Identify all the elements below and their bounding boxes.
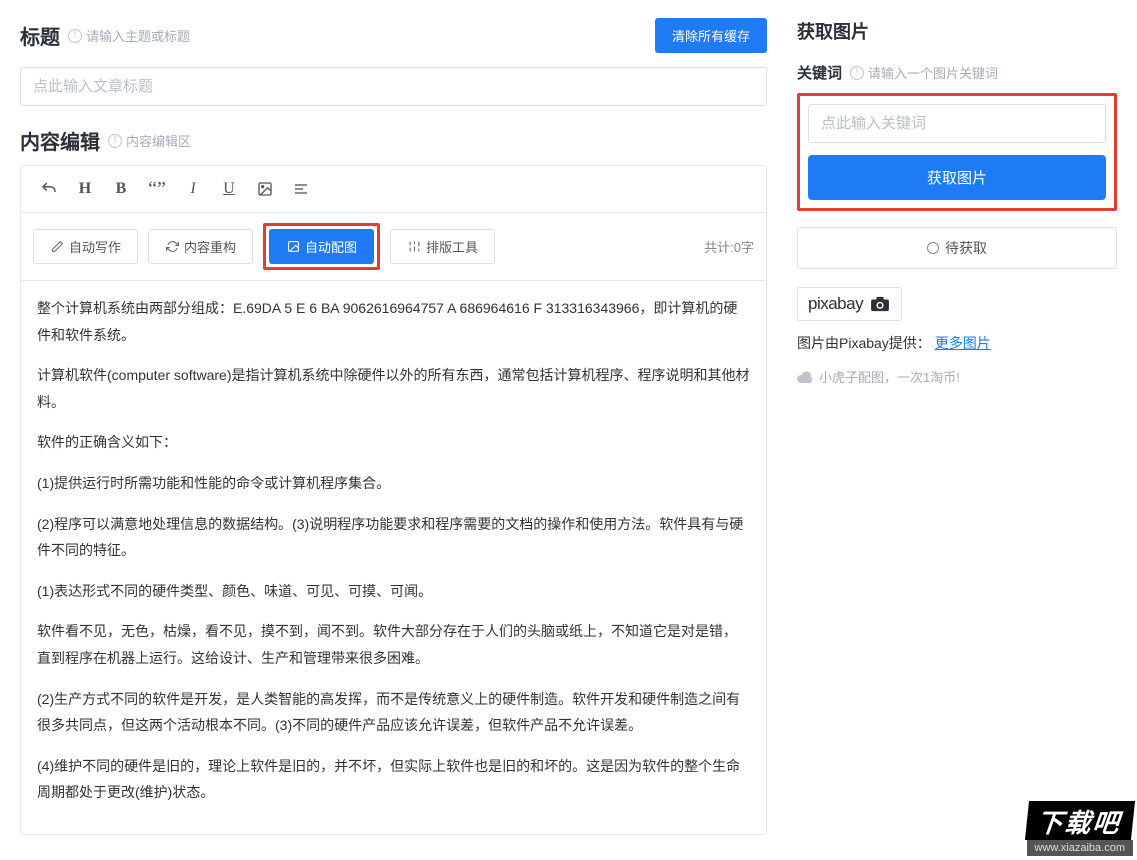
footer-note-text: 小虎子配图，一次1淘币! (819, 367, 960, 386)
paragraph: 软件看不见，无色，枯燥，看不见，摸不到，闻不到。软件大部分存在于人们的头脑或纸上… (37, 618, 750, 671)
paragraph: (1)提供运行时所需功能和性能的命令或计算机程序集合。 (37, 470, 750, 497)
auto-image-button[interactable]: 自动配图 (269, 229, 374, 264)
info-icon: ! (68, 29, 82, 43)
undo-icon[interactable] (33, 174, 65, 204)
clear-cache-label: 清除所有缓存 (672, 26, 750, 45)
fetch-image-title: 获取图片 (797, 18, 1117, 44)
pending-label: 待获取 (945, 238, 987, 258)
refresh-icon (165, 240, 179, 254)
watermark-url: www.xiazaiba.com (1027, 840, 1133, 856)
watermark-text: 下载吧 (1024, 801, 1135, 840)
highlight-auto-image: 自动配图 (263, 223, 380, 270)
title-hint: ! 请输入主题或标题 (68, 26, 190, 45)
attribution-prefix: 图片由Pixabay提供： (797, 335, 931, 351)
paragraph: (2)生产方式不同的软件是开发，是人类智能的高发挥，而不是传统意义上的硬件制造。… (37, 686, 750, 739)
camera-icon (869, 296, 891, 312)
paragraph: (4)维护不同的硬件是旧的，理论上软件是旧的，并不坏，但实际上软件也是旧的和坏的… (37, 753, 750, 806)
title-hint-text: 请输入主题或标题 (86, 26, 190, 45)
paragraph: 整个计算机系统由两部分组成：E.69DA 5 E 6 BA 9062616964… (37, 295, 750, 348)
pixabay-badge: pixabay (797, 287, 902, 321)
quote-icon[interactable]: “” (141, 174, 173, 204)
keyword-input[interactable] (808, 104, 1106, 143)
info-icon: ! (850, 66, 864, 80)
paragraph: 软件的正确含义如下： (37, 429, 750, 456)
sliders-icon (407, 240, 421, 254)
info-icon: ! (108, 134, 122, 148)
attribution: 图片由Pixabay提供： 更多图片 (797, 333, 1117, 353)
bold-icon[interactable]: B (105, 174, 137, 204)
heading-icon[interactable]: H (69, 174, 101, 204)
title-section-header: 标题 ! 请输入主题或标题 清除所有缓存 (20, 18, 767, 53)
sidebar: 获取图片 关键词 ! 请输入一个图片关键词 获取图片 待获取 pixabay (787, 0, 1137, 860)
italic-icon[interactable]: I (177, 174, 209, 204)
action-toolbar: 自动写作 内容重构 (21, 213, 766, 281)
circle-icon (927, 242, 939, 254)
watermark: 下载吧 www.xiazaiba.com (1027, 801, 1133, 856)
editor-label: 内容编辑 (20, 126, 100, 155)
editor-hint: ! 内容编辑区 (108, 131, 191, 150)
keyword-hint: ! 请输入一个图片关键词 (850, 63, 998, 82)
footer-note: 小虎子配图，一次1淘币! (797, 367, 1117, 386)
align-icon[interactable] (285, 174, 317, 204)
fetch-image-button[interactable]: 获取图片 (808, 155, 1106, 200)
paragraph: (1)表达形式不同的硬件类型、颜色、味道、可见、可摸、可闻。 (37, 578, 750, 605)
keyword-label: 关键词 (797, 62, 842, 83)
keyword-label-row: 关键词 ! 请输入一个图片关键词 (797, 62, 1117, 83)
layout-tool-label: 排版工具 (426, 237, 478, 256)
pending-button[interactable]: 待获取 (797, 227, 1117, 269)
picture-icon (286, 240, 300, 254)
main-column: 标题 ! 请输入主题或标题 清除所有缓存 内容编辑 ! 内容编辑区 (0, 0, 787, 860)
paragraph: 计算机软件(computer software)是指计算机系统中除硬件以外的所有… (37, 362, 750, 415)
article-title-input[interactable] (20, 67, 767, 106)
pencil-icon (50, 240, 64, 254)
editor-box: H B “” I U (20, 165, 767, 835)
restructure-button[interactable]: 内容重构 (148, 229, 253, 264)
restructure-label: 内容重构 (184, 237, 236, 256)
title-label: 标题 (20, 21, 60, 50)
auto-write-label: 自动写作 (69, 237, 121, 256)
paragraph: (2)程序可以满意地处理信息的数据结构。(3)说明程序功能要求和程序需要的文档的… (37, 511, 750, 564)
fetch-image-label: 获取图片 (927, 170, 987, 187)
highlight-keyword-box: 获取图片 (797, 93, 1117, 211)
underline-icon[interactable]: U (213, 174, 245, 204)
editor-content[interactable]: 整个计算机系统由两部分组成：E.69DA 5 E 6 BA 9062616964… (21, 281, 766, 834)
format-toolbar: H B “” I U (21, 166, 766, 213)
more-images-link[interactable]: 更多图片 (935, 335, 991, 351)
image-icon[interactable] (249, 174, 281, 204)
pixabay-logo-text: pixabay (808, 294, 863, 314)
editor-hint-text: 内容编辑区 (126, 131, 191, 150)
word-count: 共计:0字 (704, 237, 754, 256)
auto-write-button[interactable]: 自动写作 (33, 229, 138, 264)
clear-cache-button[interactable]: 清除所有缓存 (655, 18, 767, 53)
keyword-hint-text: 请输入一个图片关键词 (868, 63, 998, 82)
auto-image-label: 自动配图 (305, 237, 357, 256)
cloud-icon (797, 371, 813, 383)
editor-section: 内容编辑 ! 内容编辑区 H B “” I U (20, 126, 767, 835)
layout-tool-button[interactable]: 排版工具 (390, 229, 495, 264)
